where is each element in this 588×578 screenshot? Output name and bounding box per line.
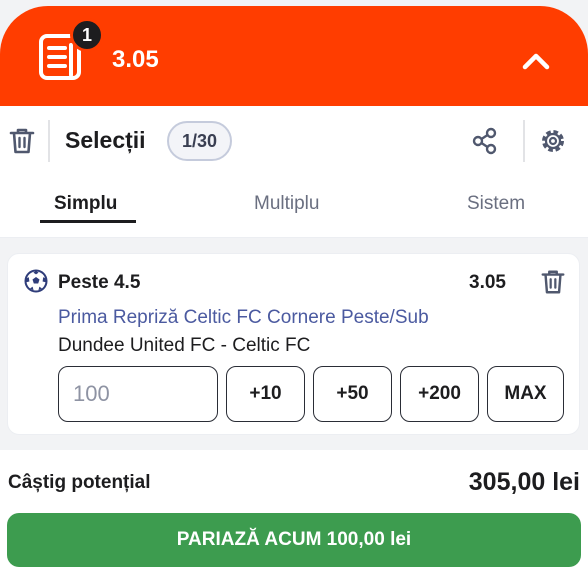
selections-toolbar: Selecții 1/30 — [0, 106, 588, 178]
gear-icon[interactable] — [538, 126, 568, 156]
trash-icon[interactable] — [539, 268, 567, 296]
selection-pick: Peste 4.5 — [58, 272, 141, 293]
stake-input[interactable] — [58, 366, 218, 422]
place-bet-button[interactable]: PARIAZĂ ACUM 100,00 lei — [7, 513, 581, 567]
divider — [48, 120, 50, 162]
betslip-footer: Câștig potențial 305,00 lei PARIAZĂ ACUM… — [0, 450, 588, 578]
match-name: Dundee United FC - Celtic FC — [58, 335, 311, 356]
bet-selection-card: Peste 4.5 3.05 Prima Repriză Celtic FC C… — [7, 253, 580, 435]
selections-title: Selecții — [65, 127, 146, 153]
quick-stake-50-button[interactable]: +50 — [313, 366, 392, 422]
potential-win-label: Câștig potențial — [8, 472, 151, 493]
tab-multiplu[interactable]: Multiplu — [254, 193, 319, 215]
market-name: Prima Repriză Celtic FC Cornere Peste/Su… — [58, 307, 429, 328]
max-stake-button[interactable]: MAX — [487, 366, 564, 422]
potential-win-amount: 305,00 lei — [468, 468, 580, 496]
chevron-up-icon[interactable] — [518, 46, 554, 76]
soccer-ball-icon — [24, 269, 48, 293]
divider — [523, 120, 525, 162]
bet-type-tabs: Simplu Multiplu Sistem — [0, 178, 588, 238]
selection-count-badge: 1 — [70, 18, 104, 52]
tab-sistem[interactable]: Sistem — [467, 193, 525, 215]
share-icon[interactable] — [470, 126, 500, 156]
selections-counter-badge: 1/30 — [167, 121, 232, 161]
trash-icon[interactable] — [8, 126, 36, 156]
total-odds: 3.05 — [112, 46, 159, 73]
quick-stake-10-button[interactable]: +10 — [226, 366, 305, 422]
selection-odds: 3.05 — [469, 272, 506, 293]
active-tab-indicator — [40, 220, 136, 223]
betslip-header[interactable]: 1 3.05 — [0, 6, 588, 106]
tab-simplu[interactable]: Simplu — [54, 193, 117, 215]
quick-stake-200-button[interactable]: +200 — [400, 366, 479, 422]
